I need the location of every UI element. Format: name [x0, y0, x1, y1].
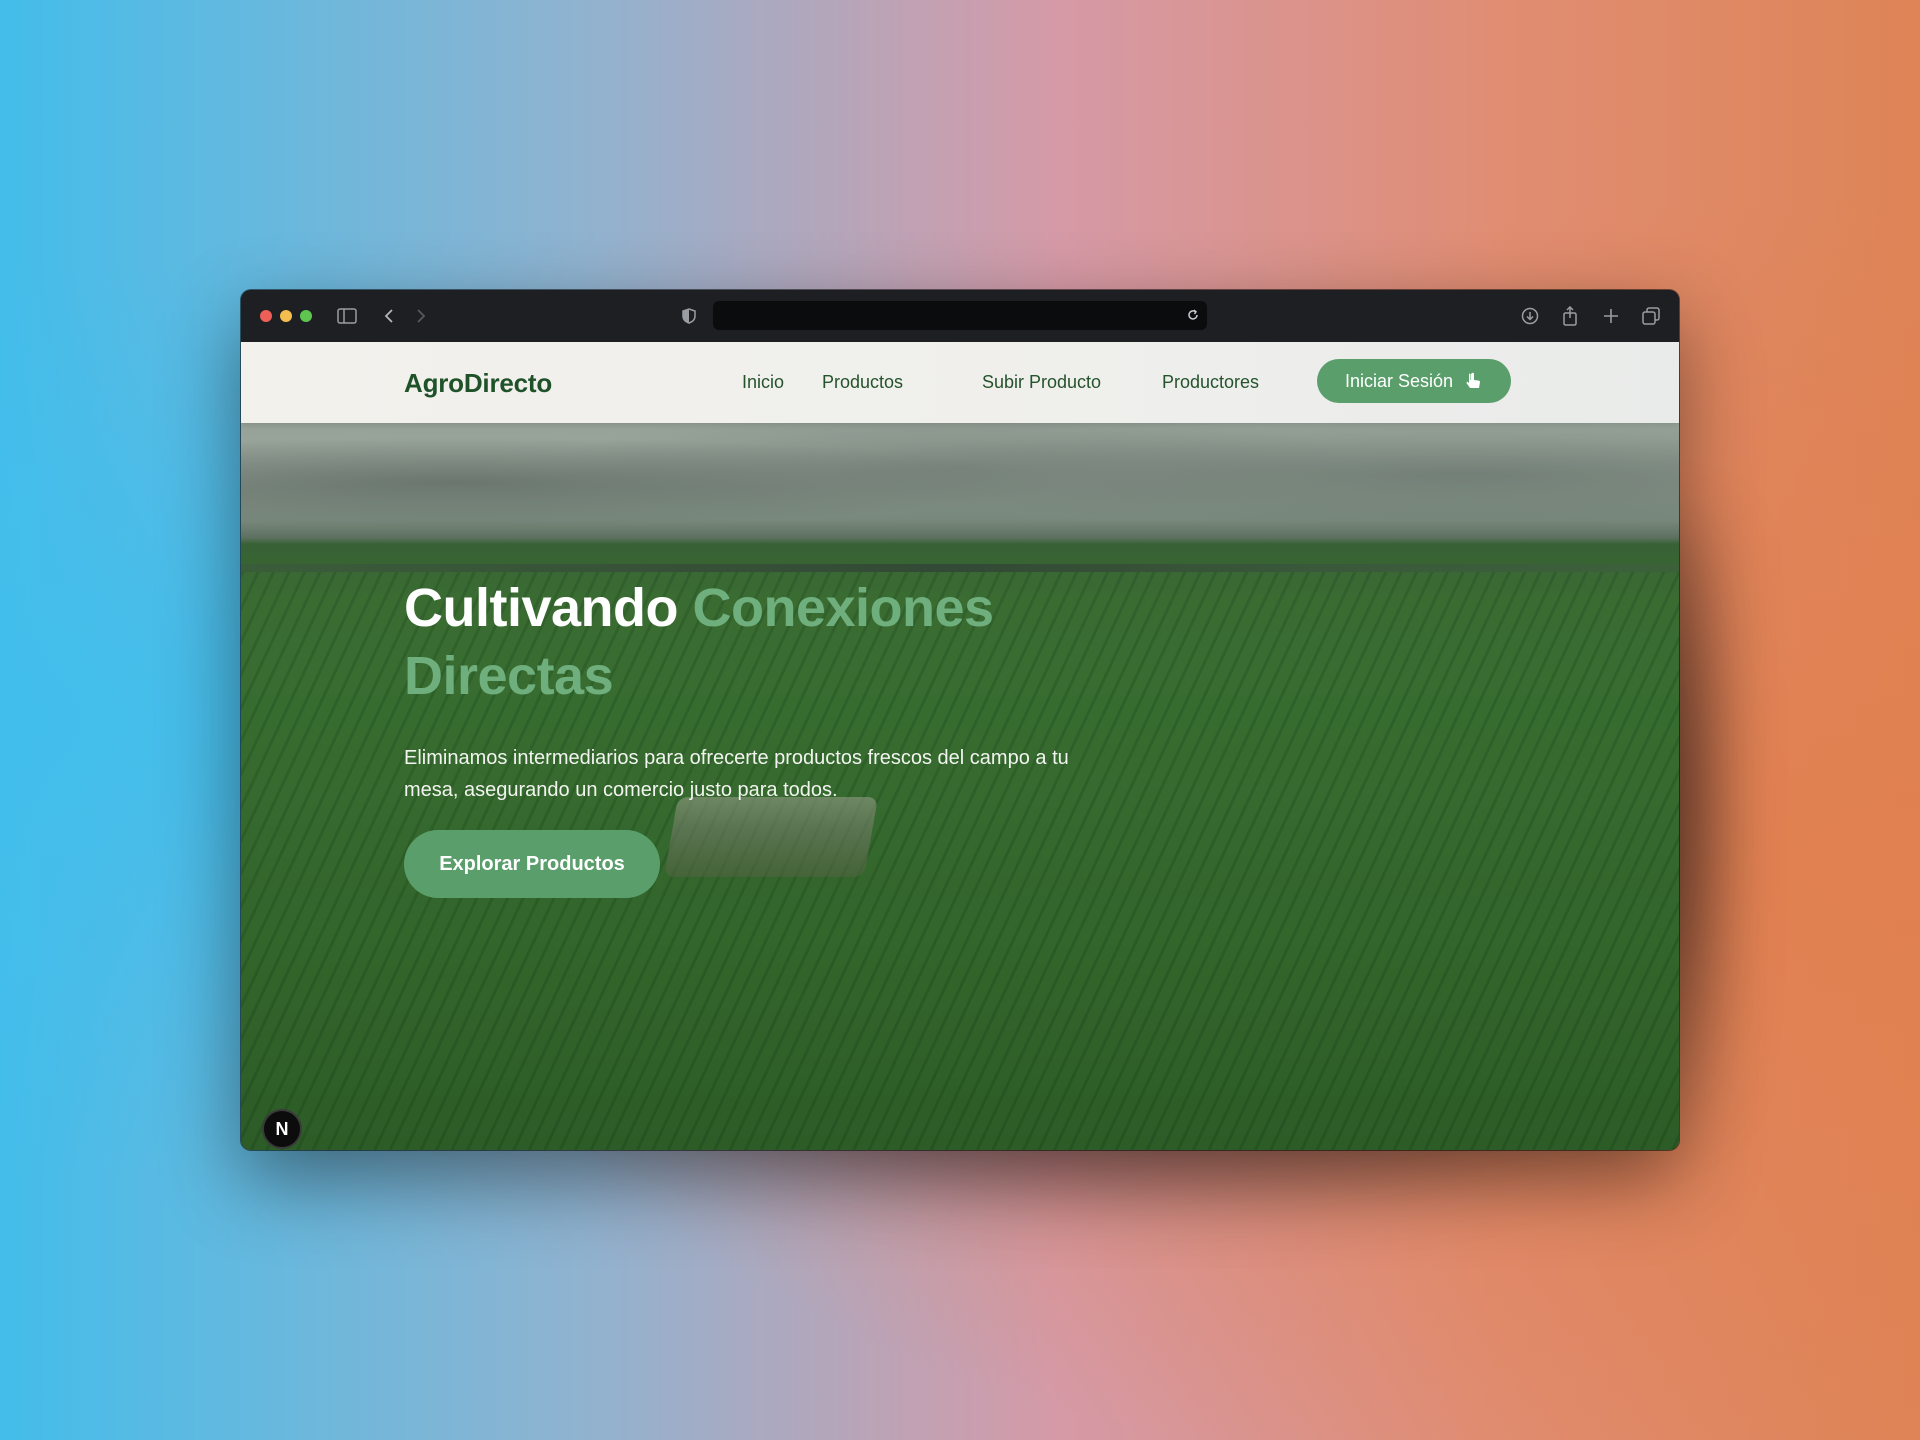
download-icon[interactable] [1518, 304, 1542, 328]
cursor-hand-icon [1465, 372, 1483, 390]
login-button[interactable]: Iniciar Sesión [1317, 359, 1511, 403]
back-icon[interactable] [377, 304, 401, 328]
hero-title: Cultivando Conexiones Directas [404, 574, 1104, 710]
maximize-window-button[interactable] [300, 310, 312, 322]
nav-link-productores[interactable]: Productores [1162, 372, 1259, 393]
dev-tools-badge[interactable]: N [262, 1109, 302, 1149]
nav-link-inicio[interactable]: Inicio [742, 372, 784, 393]
site-logo[interactable]: AgroDirecto [404, 368, 552, 399]
reload-icon[interactable] [1185, 307, 1201, 323]
nav-link-subir-producto[interactable]: Subir Producto [982, 372, 1101, 393]
browser-toolbar [241, 290, 1679, 343]
hero-title-plain: Cultivando [404, 578, 679, 638]
login-button-label: Iniciar Sesión [1344, 370, 1454, 391]
browser-window: AgroDirecto Inicio Productos Subir Produ… [241, 290, 1679, 1150]
address-bar[interactable] [713, 301, 1207, 330]
explore-products-button[interactable]: Explorar Productos [404, 830, 660, 898]
tabs-overview-icon[interactable] [1639, 304, 1663, 328]
sidebar-icon[interactable] [335, 304, 359, 328]
site-navbar: AgroDirecto Inicio Productos Subir Produ… [241, 342, 1679, 423]
new-tab-icon[interactable] [1599, 304, 1623, 328]
hero-subtitle: Eliminamos intermediarios para ofrecerte… [404, 747, 1069, 801]
minimize-window-button[interactable] [280, 310, 292, 322]
forward-icon[interactable] [409, 304, 433, 328]
close-window-button[interactable] [260, 310, 272, 322]
share-icon[interactable] [1558, 304, 1582, 328]
shield-icon[interactable] [677, 304, 701, 328]
web-page: AgroDirecto Inicio Productos Subir Produ… [241, 342, 1679, 1150]
nav-link-productos[interactable]: Productos [822, 372, 903, 393]
